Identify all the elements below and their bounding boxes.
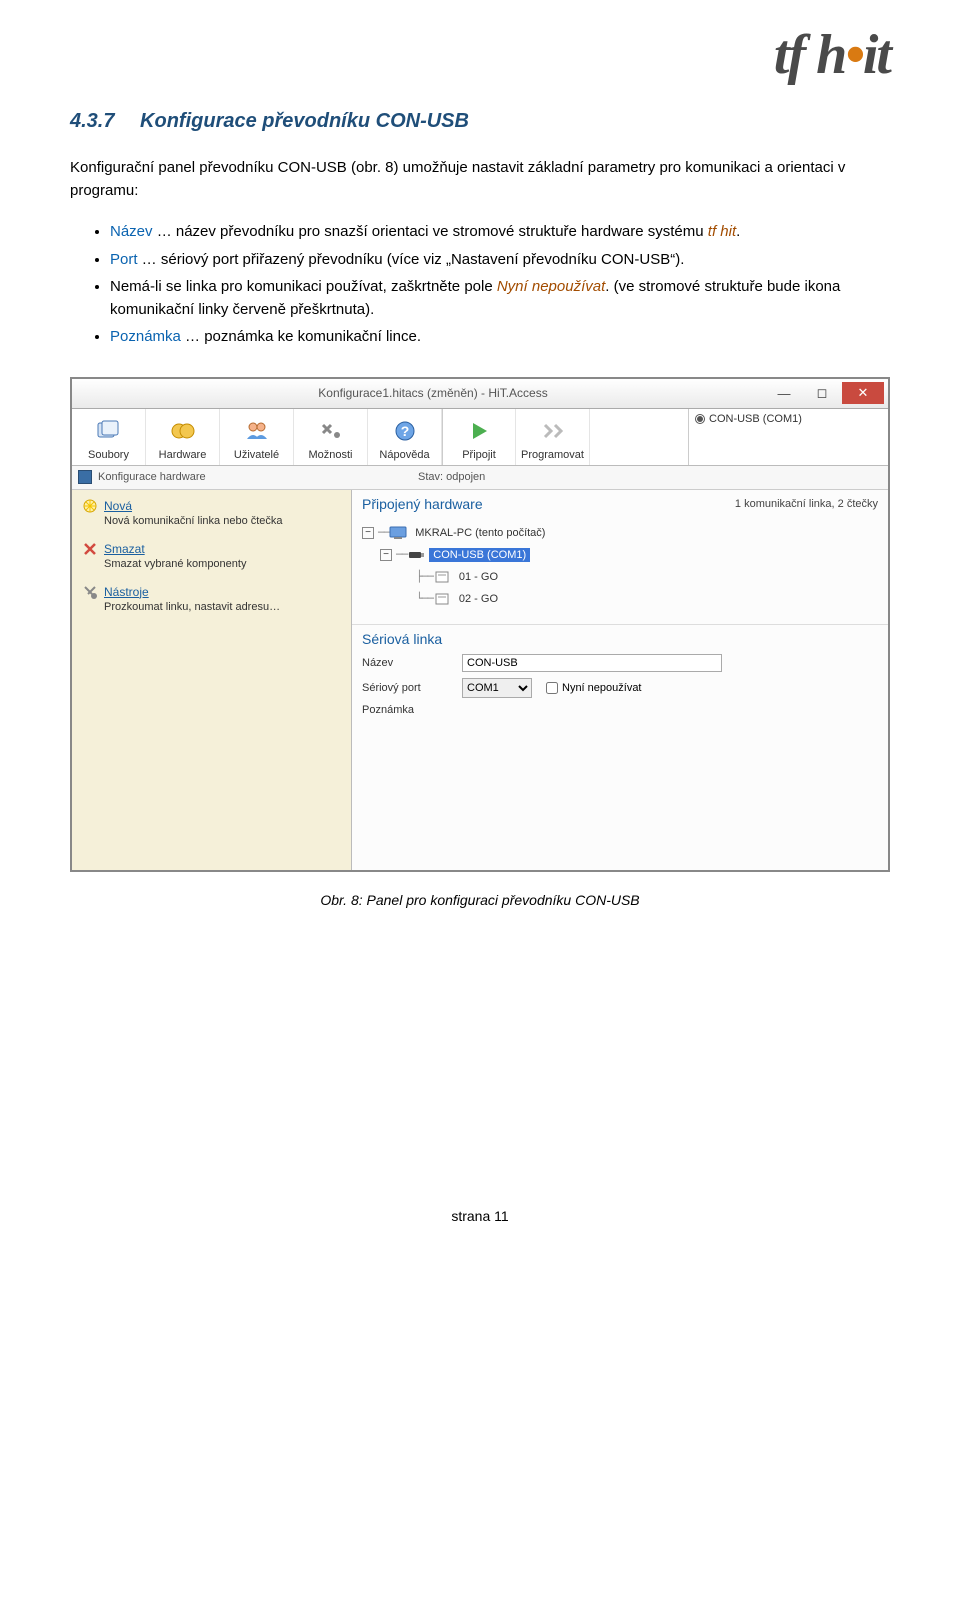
sidebar-link[interactable]: Nová <box>104 499 132 513</box>
ribbon-right-panel: CON-USB (COM1) <box>688 409 888 465</box>
ribbon-hardware[interactable]: Hardware <box>146 409 220 465</box>
sidebar-item-delete[interactable]: Smazat Smazat vybrané komponenty <box>82 541 341 570</box>
bullet-hl: Nyní nepoužívat <box>497 278 605 295</box>
ribbon-program[interactable]: Programovat <box>516 409 590 465</box>
port-label: Sériový port <box>362 682 462 694</box>
ribbon-toolbar: Soubory Hardware Uživatelé Možnosti <box>72 409 888 466</box>
expander-icon[interactable]: − <box>362 527 374 539</box>
section-heading: 4.3.7 Konfigurace převodníku CON-USB <box>70 110 890 133</box>
sidebar: Nová Nová komunikační linka nebo čtečka … <box>72 490 352 870</box>
form-row-name: Název <box>352 651 888 675</box>
new-icon <box>82 498 98 514</box>
bullet-port: Port … sériový port přiřazený převodníku… <box>110 248 890 271</box>
serial-section-header: Sériová linka <box>352 624 888 651</box>
bullet-note: Poznámka … poznámka ke komunikační lince… <box>110 325 890 348</box>
ribbon-options[interactable]: Možnosti <box>294 409 368 465</box>
titlebar: Konfigurace1.hitacs (změněn) - HiT.Acces… <box>72 379 888 409</box>
ribbon-users[interactable]: Uživatelé <box>220 409 294 465</box>
bullet-name: Název … název převodníku pro snazší orie… <box>110 220 890 243</box>
bullet-disable: Nemá-li se linka pro komunikaci používat… <box>110 275 890 322</box>
sidebar-link[interactable]: Nástroje <box>104 585 149 599</box>
sidebar-desc: Prozkoumat linku, nastavit adresu… <box>104 601 341 613</box>
panel-count: 1 komunikační linka, 2 čtečky <box>735 498 878 510</box>
program-icon <box>537 415 569 447</box>
close-button[interactable]: ✕ <box>842 382 884 404</box>
reader-icon <box>433 570 451 584</box>
save-icon[interactable] <box>78 470 92 484</box>
tree-reader-2[interactable]: └── 02 - GO <box>362 588 878 610</box>
ribbon-files[interactable]: Soubory <box>72 409 146 465</box>
port-select[interactable]: COM1 <box>462 678 532 698</box>
subbar-status: Stav: odpojen <box>412 471 688 483</box>
content-panel: Připojený hardware 1 komunikační linka, … <box>352 490 888 870</box>
form-row-port: Sériový port COM1 Nyní nepoužívat <box>352 675 888 701</box>
sidebar-link[interactable]: Smazat <box>104 542 145 556</box>
svg-text:?: ? <box>400 423 409 439</box>
sidebar-item-new[interactable]: Nová Nová komunikační linka nebo čtečka <box>82 498 341 527</box>
figure-caption: Obr. 8: Panel pro konfiguraci převodníku… <box>70 892 890 908</box>
panel-title: Připojený hardware <box>362 496 483 512</box>
expander-icon[interactable]: − <box>380 549 392 561</box>
form-row-note: Poznámka <box>352 701 888 719</box>
computer-icon <box>389 526 407 540</box>
files-icon <box>93 415 125 447</box>
name-label: Název <box>362 657 462 669</box>
sub-toolbar: Konfigurace hardware Stav: odpojen <box>72 466 888 490</box>
sidebar-item-tools[interactable]: Nástroje Prozkoumat linku, nastavit adre… <box>82 584 341 613</box>
sidebar-desc: Smazat vybrané komponenty <box>104 558 341 570</box>
maximize-button[interactable]: ◻ <box>804 382 840 404</box>
window-title: Konfigurace1.hitacs (změněn) - HiT.Acces… <box>100 386 766 400</box>
subbar-left-text: Konfigurace hardware <box>98 471 206 483</box>
tree-converter[interactable]: − ── CON-USB (COM1) <box>362 544 878 566</box>
bullet-list: Název … název převodníku pro snazší orie… <box>110 220 890 348</box>
section-number: 4.3.7 <box>70 110 114 132</box>
sidebar-desc: Nová komunikační linka nebo čtečka <box>104 515 341 527</box>
converter-icon <box>407 548 425 562</box>
bullet-key: Poznámka <box>110 328 181 345</box>
tree-reader-1[interactable]: ├── 01 - GO <box>362 566 878 588</box>
header-logo: tf h•it <box>70 30 890 80</box>
delete-icon <box>82 541 98 557</box>
app-window: Konfigurace1.hitacs (změněn) - HiT.Acces… <box>70 377 890 872</box>
note-label: Poznámka <box>362 704 462 716</box>
ribbon-connect[interactable]: Připojit <box>442 409 516 465</box>
tree-root[interactable]: − ── MKRAL-PC (tento počítač) <box>362 522 878 544</box>
converter-radio[interactable]: CON-USB (COM1) <box>695 413 882 425</box>
options-icon <box>315 415 347 447</box>
bullet-key: Port <box>110 251 138 268</box>
bullet-tfhit: tf hit <box>708 223 736 240</box>
section-title-text: Konfigurace převodníku CON-USB <box>140 110 469 132</box>
users-icon <box>241 415 273 447</box>
disable-label: Nyní nepoužívat <box>562 682 642 694</box>
disable-checkbox[interactable] <box>546 682 558 694</box>
bullet-key: Název <box>110 223 153 240</box>
reader-icon <box>433 592 451 606</box>
ribbon-help[interactable]: ? Nápověda <box>368 409 442 465</box>
intro-paragraph: Konfigurační panel převodníku CON-USB (o… <box>70 157 890 202</box>
minimize-button[interactable]: — <box>766 382 802 404</box>
help-icon: ? <box>389 415 421 447</box>
page-footer: strana 11 <box>70 1208 890 1224</box>
name-input[interactable] <box>462 654 722 672</box>
hardware-icon <box>167 415 199 447</box>
tools-icon <box>82 584 98 600</box>
hardware-tree: − ── MKRAL-PC (tento počítač) − ── CON-U… <box>352 516 888 620</box>
connect-icon <box>463 415 495 447</box>
